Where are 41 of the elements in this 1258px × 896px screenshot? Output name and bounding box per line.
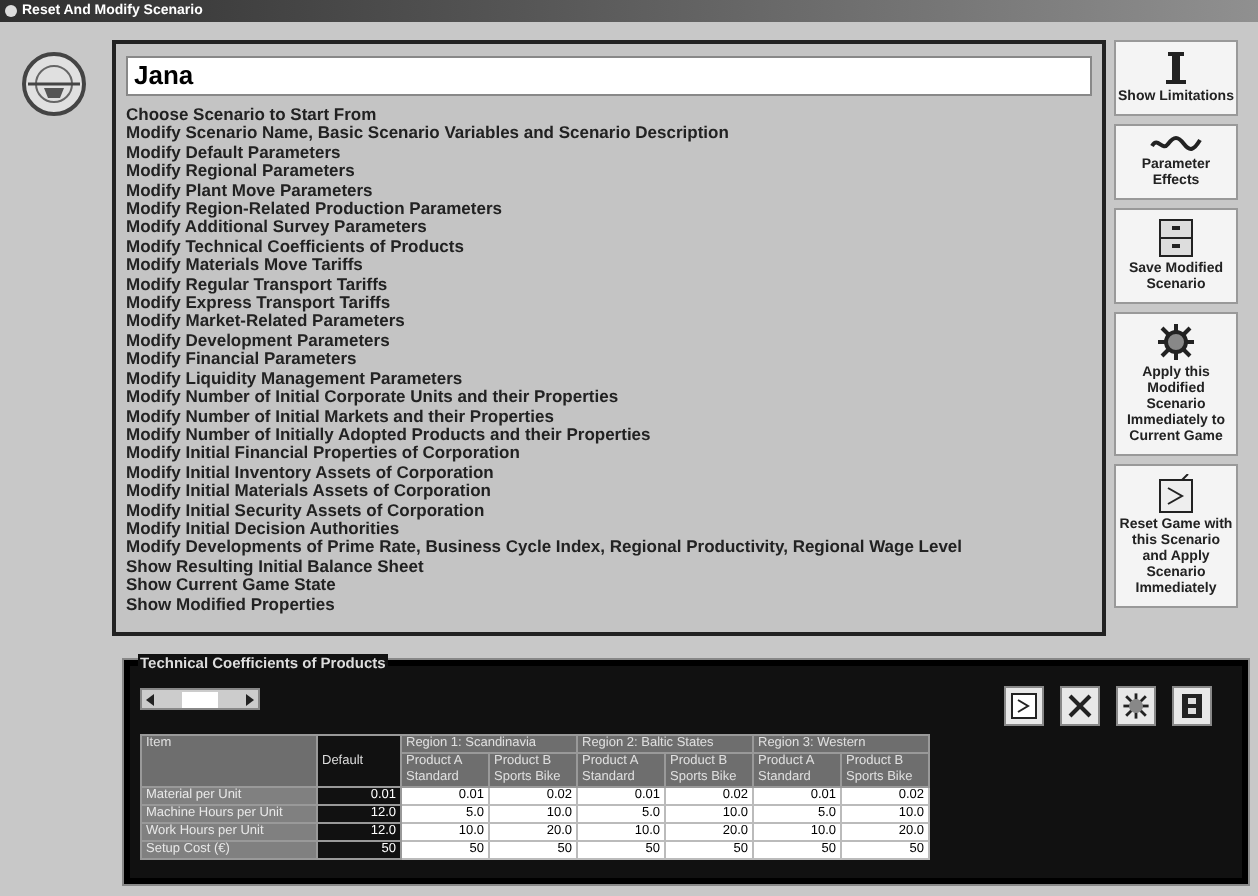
menu-item[interactable]: Modify Additional Survey Parameters [126, 218, 1092, 238]
film-strip-icon [1178, 692, 1206, 720]
left-arrow-icon[interactable] [146, 693, 156, 705]
menu-item[interactable]: Modify Developments of Prime Rate, Business Cycle Index, Regional Productivity, Regional Wage Level [126, 538, 1092, 558]
film-strip-button[interactable] [1172, 686, 1212, 726]
menu-item[interactable]: Show Current Game State [126, 576, 1092, 596]
menu-item[interactable]: Modify Initial Decision Authorities [126, 519, 1092, 539]
crossed-tools-icon [1066, 692, 1094, 720]
cabinet-icon [1158, 218, 1194, 258]
menu-item[interactable]: Show Modified Properties [126, 595, 1092, 614]
menu-item[interactable]: Modify Number of Initial Markets and their Properties [126, 407, 1092, 426]
ship-wheel-button[interactable] [1116, 686, 1156, 726]
crossed-tools-button[interactable] [1060, 686, 1100, 726]
menu-item[interactable]: Modify Regular Transport Tariffs [126, 275, 1092, 295]
menu-item[interactable]: Modify Initial Materials Assets of Corporation [126, 482, 1092, 502]
menu-item[interactable]: Modify Region-Related Production Parameters [126, 200, 1092, 219]
menu-item[interactable]: Modify Express Transport Tariffs [126, 294, 1092, 313]
menu-item[interactable]: Modify Initial Security Assets of Corporation [126, 501, 1092, 520]
app-icon [4, 4, 18, 18]
menu-item[interactable]: Modify Market-Related Parameters [126, 312, 1092, 332]
menu-item[interactable]: Modify Liquidity Management Parameters [126, 369, 1092, 389]
menu-item[interactable]: Modify Number of Initial Corporate Units and their Properties [126, 388, 1092, 407]
right-arrow-icon[interactable] [244, 693, 254, 705]
document-arrow-button[interactable] [1004, 686, 1044, 726]
menu-item[interactable]: Modify Default Parameters [126, 143, 1092, 163]
horizontal-scrollbar[interactable] [140, 688, 260, 710]
scenario-name-field[interactable]: Jana [126, 55, 1092, 95]
menu-item[interactable]: Modify Development Parameters [126, 331, 1092, 351]
menu-item[interactable]: Modify Financial Parameters [126, 350, 1092, 370]
menu-item[interactable]: Show Resulting Initial Balance Sheet [126, 557, 1092, 577]
menu-item[interactable]: Modify Scenario Name, Basic Scenario Variables and Scenario Description [126, 124, 1092, 144]
menu-item[interactable]: Modify Initial Financial Properties of Corporation [126, 444, 1092, 464]
menu-item[interactable]: Choose Scenario to Start From [126, 106, 1092, 125]
menu-item[interactable]: Modify Materials Move Tariffs [126, 256, 1092, 276]
menu-item[interactable]: Modify Plant Move Parameters [126, 181, 1092, 201]
menu-item[interactable]: Modify Regional Parameters [126, 162, 1092, 182]
menu-item[interactable]: Modify Initial Inventory Assets of Corporation [126, 463, 1092, 483]
menu-item[interactable]: Modify Number of Initially Adopted Products and their Properties [126, 425, 1092, 445]
wave-icon [1150, 134, 1202, 154]
column-icon [1162, 50, 1190, 86]
menu-item[interactable]: Modify Technical Coefficients of Products [126, 237, 1092, 257]
